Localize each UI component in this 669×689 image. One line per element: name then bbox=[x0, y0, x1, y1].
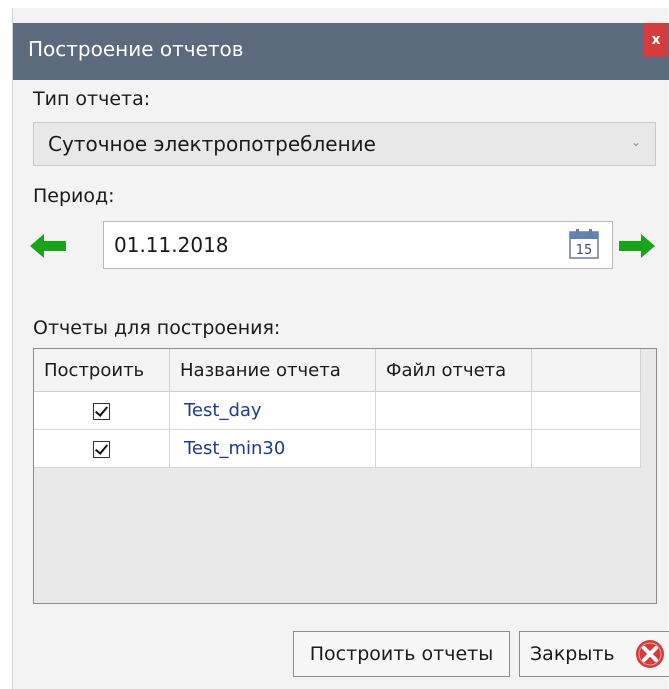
build-reports-label: Построить отчеты bbox=[309, 643, 494, 665]
close-circle-icon bbox=[636, 640, 664, 668]
close-button[interactable]: Закрыть bbox=[519, 631, 669, 677]
column-header-name[interactable]: Название отчета bbox=[169, 349, 376, 392]
build-checkbox[interactable] bbox=[93, 402, 110, 420]
report-file-cell[interactable] bbox=[375, 391, 532, 430]
window-close-button[interactable]: x bbox=[644, 23, 668, 57]
column-header-build[interactable]: Построить bbox=[34, 349, 170, 392]
reports-grid: Построить Название отчета Файл отчета Te… bbox=[33, 348, 657, 604]
arrow-right-icon[interactable] bbox=[619, 233, 655, 259]
title-bar: Построение отчетов bbox=[13, 23, 669, 80]
period-date-input[interactable]: 01.11.2018 15 bbox=[103, 221, 613, 269]
report-name-cell[interactable]: Test_min30 bbox=[169, 429, 376, 468]
table-row[interactable]: Test_day bbox=[34, 391, 641, 430]
spacer-cell bbox=[531, 391, 641, 430]
column-header-file[interactable]: Файл отчета bbox=[375, 349, 532, 392]
calendar-icon[interactable]: 15 bbox=[569, 229, 599, 259]
window-title: Построение отчетов bbox=[28, 37, 244, 61]
report-type-label: Тип отчета: bbox=[33, 88, 151, 110]
chevron-down-icon: ⌄ bbox=[630, 135, 641, 149]
table-header-row: Построить Название отчета Файл отчета bbox=[34, 349, 641, 392]
build-cell[interactable] bbox=[34, 391, 170, 430]
report-type-select[interactable]: Суточное электропотребление ⌄ bbox=[33, 122, 656, 166]
period-date-value: 01.11.2018 bbox=[114, 233, 229, 257]
period-label: Период: bbox=[33, 185, 115, 207]
reports-label: Отчеты для построения: bbox=[33, 317, 281, 339]
report-type-value: Суточное электропотребление bbox=[48, 132, 376, 156]
report-file-cell[interactable] bbox=[375, 429, 532, 468]
spacer-cell bbox=[531, 429, 641, 468]
close-label: Закрыть bbox=[530, 643, 615, 665]
report-dialog: Построение отчетов x Тип отчета: Суточно… bbox=[12, 8, 669, 689]
build-reports-button[interactable]: Построить отчеты bbox=[293, 631, 510, 677]
arrow-left-icon[interactable] bbox=[30, 233, 66, 259]
build-cell[interactable] bbox=[34, 429, 170, 468]
reports-table: Построить Название отчета Файл отчета Te… bbox=[34, 349, 641, 468]
calendar-day: 15 bbox=[576, 243, 593, 258]
column-header-spacer bbox=[531, 349, 641, 392]
build-checkbox[interactable] bbox=[93, 440, 110, 458]
report-name-cell[interactable]: Test_day bbox=[169, 391, 376, 430]
table-row[interactable]: Test_min30 bbox=[34, 429, 641, 468]
